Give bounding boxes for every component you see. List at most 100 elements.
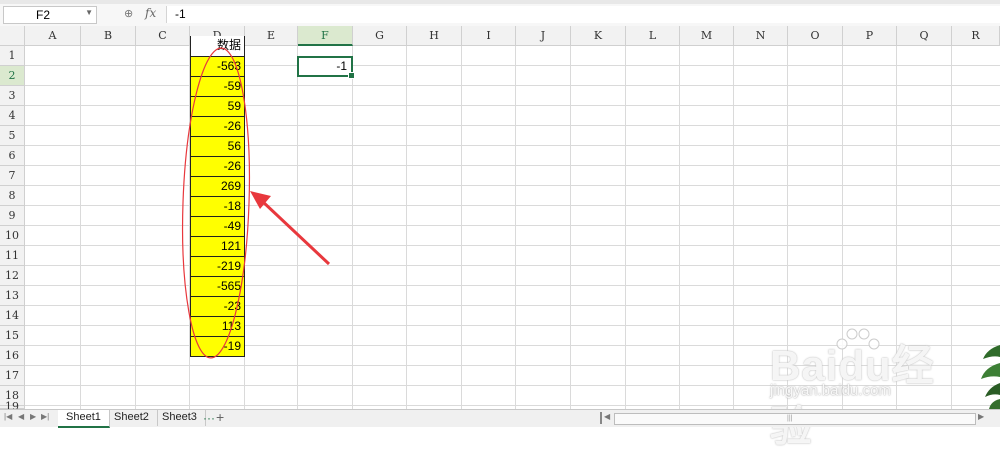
name-box-value: F2 [36, 8, 51, 22]
gridline-vertical [679, 46, 680, 410]
tab-sheet2[interactable]: Sheet2 [106, 410, 158, 426]
gridline-vertical [135, 46, 136, 410]
col-header-e[interactable]: E [245, 26, 298, 46]
scroll-left-icon[interactable]: ◀ [604, 412, 610, 421]
row-header-3[interactable]: 3 [0, 86, 25, 106]
col-header-q[interactable]: Q [897, 26, 952, 46]
row-header-12[interactable]: 12 [0, 266, 25, 286]
first-sheet-icon[interactable]: |◀ [4, 412, 12, 421]
row-header-6[interactable]: 6 [0, 146, 25, 166]
cell-d4[interactable]: 59 [190, 96, 245, 117]
fx-icon[interactable]: fx [145, 6, 156, 20]
cell-d14[interactable]: -23 [190, 296, 245, 317]
tab-sheet1[interactable]: Sheet1 [58, 410, 110, 428]
cell-d10[interactable]: -49 [190, 216, 245, 237]
fill-handle[interactable] [348, 72, 355, 79]
chevron-down-icon[interactable]: ▼ [85, 8, 93, 17]
row-header-14[interactable]: 14 [0, 306, 25, 326]
sheet-tab-bar: |◀ ◀ ▶ ▶| Sheet1 Sheet2 Sheet3 ··· + ◀ |… [0, 409, 1000, 428]
row-header-17[interactable]: 17 [0, 366, 25, 386]
cell-d5[interactable]: -26 [190, 116, 245, 137]
cell-d13[interactable]: -565 [190, 276, 245, 297]
gridline-vertical [625, 46, 626, 410]
row-header-13[interactable]: 13 [0, 286, 25, 306]
gridline-vertical [733, 46, 734, 410]
col-header-i[interactable]: I [462, 26, 516, 46]
gridline-vertical [80, 46, 81, 410]
row-header-4[interactable]: 4 [0, 106, 25, 126]
col-header-c[interactable]: C [136, 26, 190, 46]
col-header-b[interactable]: B [81, 26, 136, 46]
cell-d6[interactable]: 56 [190, 136, 245, 157]
col-header-n[interactable]: N [734, 26, 788, 46]
formula-input[interactable]: -1 [166, 6, 1000, 23]
col-header-g[interactable]: G [353, 26, 407, 46]
gridline-vertical [896, 46, 897, 410]
cell-d12[interactable]: -219 [190, 256, 245, 277]
gridline-vertical [406, 46, 407, 410]
cell-d16[interactable]: -19 [190, 336, 245, 357]
gridline-horizontal [25, 285, 1000, 286]
col-header-f[interactable]: F [298, 26, 353, 46]
select-all-corner[interactable] [0, 26, 25, 46]
more-sheets-icon[interactable]: ··· [203, 411, 215, 425]
col-header-r[interactable]: R [952, 26, 1000, 46]
zoom-icon[interactable]: ⊕ [124, 7, 133, 20]
cell-d9[interactable]: -18 [190, 196, 245, 217]
row-header-7[interactable]: 7 [0, 166, 25, 186]
gridline-vertical [787, 46, 788, 410]
name-box[interactable]: F2 ▼ [3, 6, 97, 24]
gridline-vertical [297, 46, 298, 410]
row-header-8[interactable]: 8 [0, 186, 25, 206]
col-header-j[interactable]: J [516, 26, 571, 46]
gridline-vertical [461, 46, 462, 410]
gridline-horizontal [25, 85, 1000, 86]
gridline-vertical [352, 46, 353, 410]
gridline-horizontal [25, 225, 1000, 226]
cell-d8[interactable]: 269 [190, 176, 245, 197]
row-header-5[interactable]: 5 [0, 126, 25, 146]
horizontal-scrollbar[interactable]: ||| [614, 413, 976, 425]
col-header-o[interactable]: O [788, 26, 843, 46]
gridline-horizontal [25, 365, 1000, 366]
row-header-15[interactable]: 15 [0, 326, 25, 346]
cell-grid[interactable] [25, 46, 1000, 410]
row-header-10[interactable]: 10 [0, 226, 25, 246]
row-header-1[interactable]: 1 [0, 46, 25, 66]
scroll-splitter[interactable] [600, 412, 602, 424]
row-header-16[interactable]: 16 [0, 346, 25, 366]
col-header-h[interactable]: H [407, 26, 462, 46]
cell-d7[interactable]: -26 [190, 156, 245, 177]
gridline-vertical [951, 46, 952, 410]
row-header-9[interactable]: 9 [0, 206, 25, 226]
gridline-horizontal [25, 165, 1000, 166]
scroll-right-icon[interactable]: ▶ [978, 412, 984, 421]
active-cell-f2[interactable]: -1 [297, 56, 355, 79]
gridline-horizontal [25, 105, 1000, 106]
cell-d3[interactable]: -59 [190, 76, 245, 97]
gridline-horizontal [25, 65, 1000, 66]
row-header-2[interactable]: 2 [0, 66, 25, 86]
col-header-m[interactable]: M [680, 26, 734, 46]
gridline-horizontal [25, 265, 1000, 266]
prev-sheet-icon[interactable]: ◀ [18, 412, 24, 421]
cell-d15[interactable]: 113 [190, 316, 245, 337]
cell-d2[interactable]: -563 [190, 56, 245, 77]
col-header-p[interactable]: P [843, 26, 897, 46]
col-header-l[interactable]: L [626, 26, 680, 46]
add-sheet-button[interactable]: + [216, 409, 224, 425]
cell-d1-header[interactable]: 数据 [190, 36, 245, 57]
gridline-horizontal [25, 125, 1000, 126]
cell-d11[interactable]: 121 [190, 236, 245, 257]
gridline-horizontal [25, 205, 1000, 206]
gridline-horizontal [25, 305, 1000, 306]
gridline-horizontal [25, 145, 1000, 146]
next-sheet-icon[interactable]: ▶ [30, 412, 36, 421]
formula-text: -1 [175, 7, 186, 21]
tab-sheet3[interactable]: Sheet3 [154, 410, 206, 426]
col-header-k[interactable]: K [571, 26, 626, 46]
col-header-a[interactable]: A [25, 26, 81, 46]
gridline-horizontal [25, 405, 1000, 406]
row-header-11[interactable]: 11 [0, 246, 25, 266]
last-sheet-icon[interactable]: ▶| [41, 412, 49, 421]
